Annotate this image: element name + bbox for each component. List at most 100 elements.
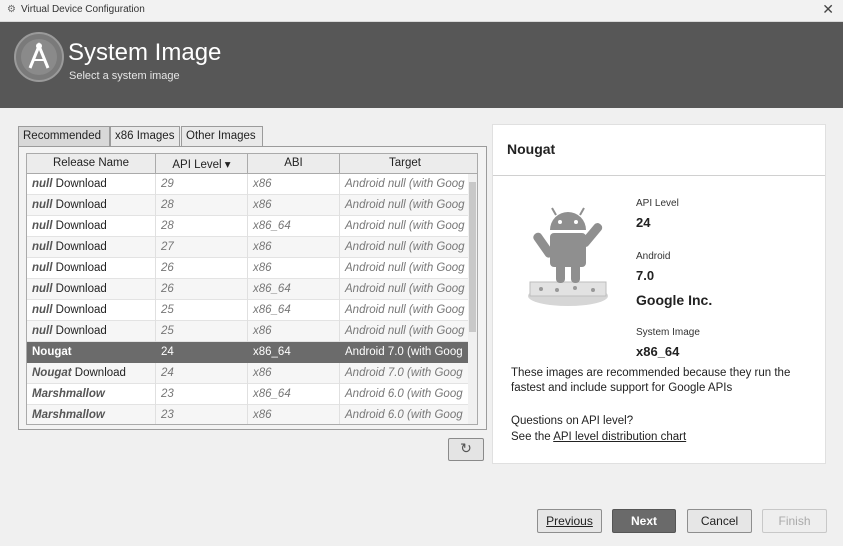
target-cell: Android null (with Goog bbox=[345, 241, 465, 253]
table-row[interactable]: Nougat 24 x86_64 Android 7.0 (with Goog bbox=[27, 342, 477, 363]
release-codename: null bbox=[32, 241, 53, 253]
release-codename: null bbox=[32, 178, 53, 190]
download-link[interactable]: Download bbox=[52, 283, 107, 295]
release-name-cell: null Download bbox=[27, 258, 156, 279]
api-level-cell: 27 bbox=[156, 237, 248, 258]
cancel-button[interactable]: Cancel bbox=[687, 509, 752, 533]
release-name-cell: null Download bbox=[27, 216, 156, 237]
download-link[interactable]: Download bbox=[52, 241, 107, 253]
table-row[interactable]: null Download 27 x86 Android null (with Goo… bbox=[27, 237, 477, 258]
api-level-cell: 23 bbox=[156, 384, 248, 405]
column-release-name[interactable]: Release Name bbox=[27, 154, 156, 174]
api-question: Questions on API level? bbox=[511, 415, 634, 427]
release-codename: null bbox=[32, 283, 53, 295]
release-codename: Marshmallow bbox=[32, 409, 105, 421]
previous-label: Previous bbox=[546, 514, 593, 528]
system-image-info: System Image x86_64 bbox=[636, 327, 700, 359]
download-link[interactable]: Download bbox=[52, 262, 107, 274]
download-link[interactable]: Download bbox=[52, 304, 107, 316]
column-api-level[interactable]: API Level ▾ bbox=[156, 154, 248, 174]
api-level-cell: 25 bbox=[156, 321, 248, 342]
table-scrollbar[interactable] bbox=[468, 174, 477, 424]
next-button[interactable]: Next bbox=[612, 509, 676, 533]
table-row[interactable]: null Download 25 x86 Android null (with Goo… bbox=[27, 321, 477, 342]
api-level-cell: 23 bbox=[156, 405, 248, 424]
abi-cell: x86_64 bbox=[248, 216, 340, 237]
download-link[interactable]: Download bbox=[72, 367, 126, 379]
android-version-info: Android 7.0 bbox=[636, 251, 670, 283]
release-codename: null bbox=[32, 220, 53, 232]
column-target[interactable]: Target bbox=[340, 154, 470, 174]
release-codename: Nougat bbox=[32, 346, 72, 358]
title-bar: ⚙ Virtual Device Configuration ✕ bbox=[0, 0, 843, 22]
android-nougat-mascot-icon bbox=[513, 200, 623, 310]
release-codename: null bbox=[32, 304, 53, 316]
column-abi[interactable]: ABI bbox=[248, 154, 340, 174]
api-level-cell: 28 bbox=[156, 195, 248, 216]
next-label: Next bbox=[630, 514, 657, 528]
api-level-cell: 24 bbox=[156, 342, 248, 363]
release-name-cell: Marshmallow bbox=[27, 405, 156, 424]
api-level-cell: 25 bbox=[156, 300, 248, 321]
android-label: Android bbox=[636, 251, 671, 262]
release-codename: null bbox=[32, 199, 53, 211]
release-name-cell: Nougat Download bbox=[27, 363, 156, 384]
download-link[interactable]: Download bbox=[52, 178, 107, 190]
refresh-button[interactable]: ↻ bbox=[448, 438, 484, 461]
wizard-header: System Image Select a system image bbox=[0, 22, 843, 108]
release-name-cell: Nougat bbox=[27, 342, 156, 363]
tab-recommended[interactable]: Recommended bbox=[18, 126, 110, 148]
android-studio-logo-icon bbox=[14, 32, 64, 82]
api-level-cell: 29 bbox=[156, 174, 248, 195]
table-row[interactable]: Marshmallow 23 x86_64 Android 6.0 (with Goo… bbox=[27, 384, 477, 405]
abi-cell: x86 bbox=[248, 237, 340, 258]
abi-cell: x86 bbox=[248, 174, 340, 195]
scrollbar-thumb[interactable] bbox=[469, 182, 476, 332]
release-name-cell: null Download bbox=[27, 321, 156, 342]
page-subtitle: Select a system image bbox=[69, 70, 180, 82]
api-level-cell: 26 bbox=[156, 279, 248, 300]
table-row[interactable]: null Download 28 x86 Android null (with Goo… bbox=[27, 195, 477, 216]
tab-x86-images[interactable]: x86 Images bbox=[110, 126, 180, 147]
finish-button[interactable]: Finish bbox=[762, 509, 827, 533]
target-cell: Android 7.0 (with Goog bbox=[345, 346, 463, 358]
table-row[interactable]: Nougat Download 24 x86 Android 7.0 (with Go… bbox=[27, 363, 477, 384]
api-level-cell: 26 bbox=[156, 258, 248, 279]
api-level-info: API Level 24 bbox=[636, 198, 679, 230]
previous-button[interactable]: Previous bbox=[537, 509, 602, 533]
target-cell: Android null (with Goog bbox=[345, 304, 465, 316]
see-prefix: See the bbox=[511, 431, 554, 443]
release-name-cell: null Download bbox=[27, 237, 156, 258]
api-level-value: 24 bbox=[636, 215, 651, 230]
release-name-cell: null Download bbox=[27, 300, 156, 321]
abi-cell: x86_64 bbox=[248, 384, 340, 405]
page-title: System Image bbox=[68, 39, 222, 66]
tab-panel: Release Name API Level ▾ ABI Target null… bbox=[18, 146, 487, 430]
abi-cell: x86 bbox=[248, 258, 340, 279]
release-codename: null bbox=[32, 262, 53, 274]
target-cell: Android null (with Goog bbox=[345, 262, 465, 274]
cancel-label: Cancel bbox=[700, 514, 739, 528]
recommendation-note: These images are recommended because the… bbox=[511, 367, 791, 394]
target-cell: Android null (with Goog bbox=[345, 325, 465, 337]
table-row[interactable]: null Download 26 x86_64 Android null (with … bbox=[27, 279, 477, 300]
abi-cell: x86 bbox=[248, 321, 340, 342]
abi-cell: x86_64 bbox=[248, 342, 340, 363]
close-icon[interactable]: ✕ bbox=[822, 2, 834, 18]
download-link[interactable]: Download bbox=[52, 199, 107, 211]
tab-other-images[interactable]: Other Images bbox=[181, 126, 263, 147]
api-distribution-chart-link[interactable]: API level distribution chart bbox=[553, 431, 686, 443]
download-link[interactable]: Download bbox=[52, 220, 107, 232]
table-row[interactable]: Marshmallow 23 x86 Android 6.0 (with Goog bbox=[27, 405, 477, 424]
target-cell: Android 7.0 (with Goog bbox=[345, 367, 463, 379]
release-codename: Nougat bbox=[32, 367, 72, 379]
table-row[interactable]: null Download 28 x86_64 Android null (with … bbox=[27, 216, 477, 237]
download-link[interactable]: Download bbox=[52, 325, 107, 337]
target-cell: Android 6.0 (with Goog bbox=[345, 388, 463, 400]
table-row[interactable]: null Download 25 x86_64 Android null (with … bbox=[27, 300, 477, 321]
details-divider bbox=[493, 175, 825, 176]
table-row[interactable]: null Download 26 x86 Android null (with Goo… bbox=[27, 258, 477, 279]
target-cell: Android 6.0 (with Goog bbox=[345, 409, 463, 421]
target-cell: Android null (with Goog bbox=[345, 283, 465, 295]
table-row[interactable]: null Download 29 x86 Android null (with Goo… bbox=[27, 174, 477, 195]
